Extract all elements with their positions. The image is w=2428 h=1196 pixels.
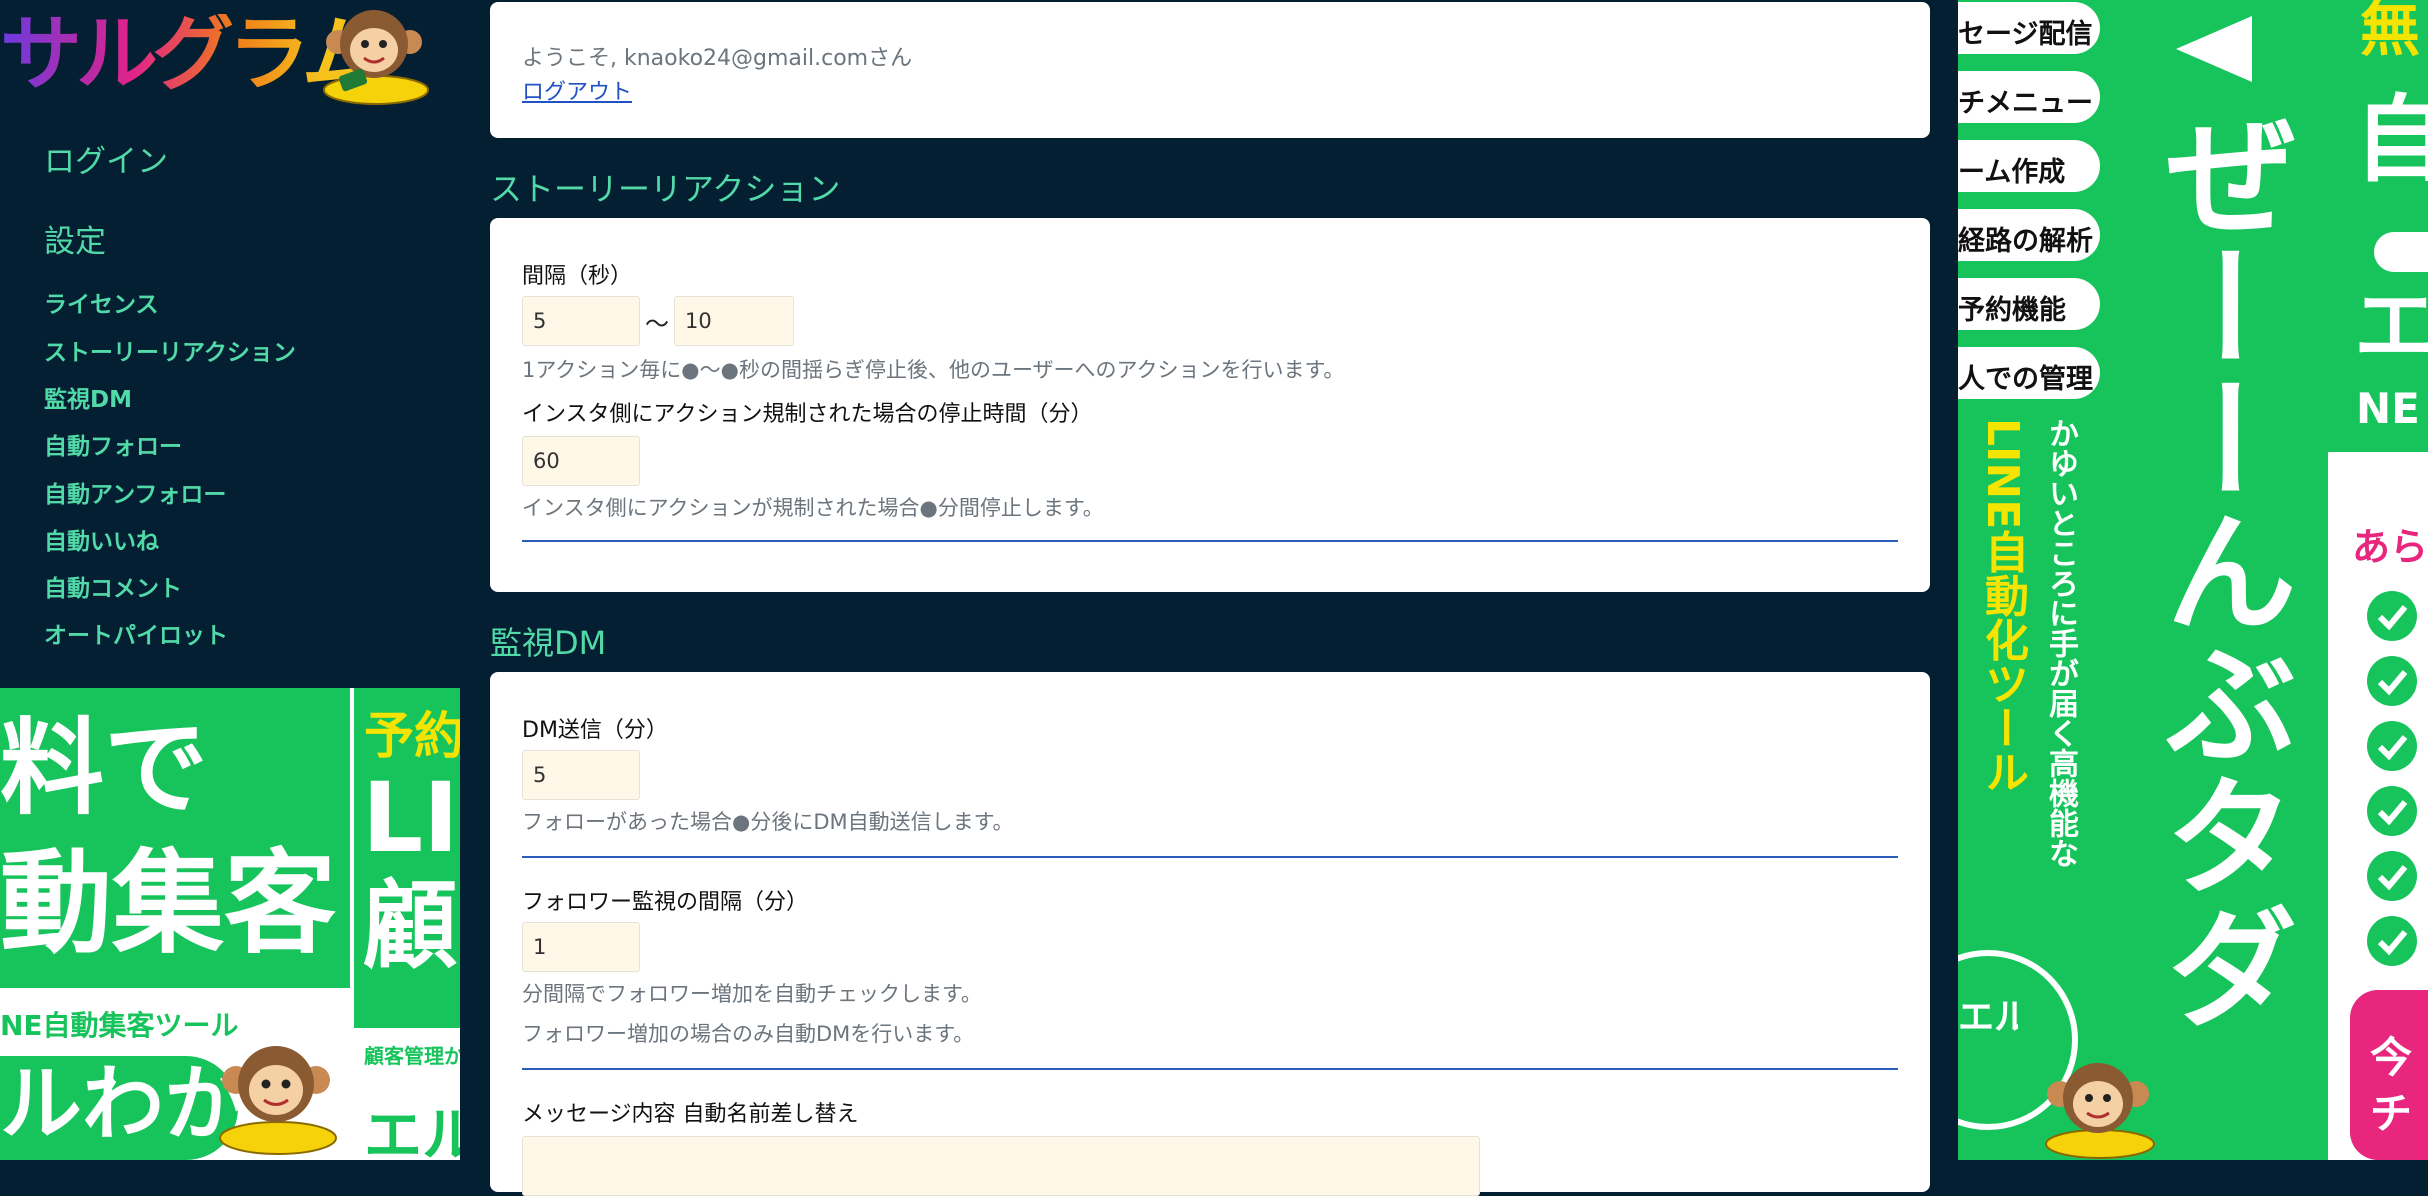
ad-left-panel-b-small: 顧客管理か [364, 1044, 460, 1068]
message-content-label: メッセージ内容 自動名前差し替え [522, 1102, 859, 1127]
section-divider [522, 856, 1898, 858]
message-content-textarea[interactable] [522, 1136, 1480, 1196]
ad-vertical-yellow: LINE自動化ツール [1977, 418, 2028, 794]
logout-link[interactable]: ログアウト [522, 74, 632, 106]
ad-right-big1: 自 [2354, 86, 2428, 195]
ad-right-big2: エ [2354, 279, 2428, 374]
logo[interactable]: サルグラム [0, 0, 430, 120]
interval-help: 1アクション毎に●〜●秒の間揺らぎ停止後、他のユーザーへのアクションを行います。 [522, 358, 1345, 382]
section-divider [522, 540, 1898, 542]
ad-pill-label: 人での管理 [1958, 364, 2093, 395]
ad-left-tagline: NE自動集客ツール [0, 1009, 239, 1042]
monkey-mascot-icon [323, 10, 429, 105]
stop-time-input[interactable] [522, 436, 640, 486]
monkey-mascot-icon [2045, 1063, 2155, 1159]
ad-right-red: あら [2352, 525, 2428, 569]
ad-banner-left[interactable]: 料で 動集客 NE自動集客ツール ルわか 予約 LI 顧 顧客管理か エル [0, 688, 460, 1160]
section-divider [522, 1068, 1898, 1070]
monitor-dm-card: DM送信（分） フォローがあった場合●分後にDM自動送信します。 フォロワー監視… [490, 672, 1930, 1196]
ad-right-cta-text-2: チ [2370, 1089, 2413, 1138]
ad-left-panel-b-big2: 顧 [362, 870, 458, 982]
follower-monitor-help-1: 分間隔でフォロワー増加を自動チェックします。 [522, 982, 982, 1006]
play-triangle-icon [2176, 16, 2252, 82]
check-icon [2367, 916, 2417, 966]
ad-left-headline-2: 動集客 [0, 839, 336, 969]
stop-time-label: インスタ側にアクション規制された場合の停止時間（分） [522, 402, 1093, 427]
welcome-card: ようこそ, knaoko24@gmail.comさん ログアウト [490, 2, 1930, 138]
sidebar-item-autopilot[interactable]: オートパイロット [44, 616, 228, 650]
sidebar-item-auto-follow[interactable]: 自動フォロー [44, 427, 182, 461]
ad-banner-right[interactable]: セージ配信 チメニュー ーム作成 経路の解析 予約機能 人での管理 LINE自動… [1958, 0, 2428, 1160]
ad-pill-label: 経路の解析 [1958, 226, 2093, 257]
check-icon [2367, 851, 2417, 901]
main-content: ようこそ, knaoko24@gmail.comさん ログアウト ストーリーリア… [490, 0, 1930, 1196]
ad-pill-label: セージ配信 [1958, 19, 2093, 50]
interval-min-input[interactable] [522, 296, 640, 346]
sidebar-item-auto-like[interactable]: 自動いいね [44, 522, 159, 556]
ad-left-brand: ルわか [0, 1057, 247, 1152]
ad-vertical-white: かゆいところに手が届く高機能な [2043, 418, 2078, 868]
interval-tilde: 〜 [645, 310, 669, 338]
sidebar-login-link[interactable]: ログイン [44, 136, 168, 181]
ad-pill-label: 予約機能 [1958, 295, 2066, 326]
dm-send-input[interactable] [522, 750, 640, 800]
ad-pill-label: ーム作成 [1958, 157, 2066, 188]
monkey-mascot-icon [219, 1046, 337, 1155]
check-icon [2367, 721, 2417, 771]
check-icon [2367, 786, 2417, 836]
sidebar: サルグラム ログイン 設定 ライセンス ストーリーリアクション 監視DM 自動フ… [0, 0, 460, 1160]
ad-right-cta-text: 今 [2370, 1033, 2413, 1082]
story-reaction-card: 間隔（秒） 〜 1アクション毎に●〜●秒の間揺らぎ停止後、他のユーザーへのアクシ… [490, 218, 1930, 592]
stop-time-help: インスタ側にアクションが規制された場合●分間停止します。 [522, 496, 1104, 520]
sidebar-settings-heading: 設定 [44, 224, 106, 260]
ad-left-headline-1: 料で [0, 707, 209, 829]
interval-label: 間隔（秒） [522, 264, 633, 289]
dm-send-label: DM送信（分） [522, 718, 668, 743]
ad-left-panel-b-yellow: 予約 [364, 707, 460, 765]
ad-left-panel-b-big1: LI [362, 762, 459, 874]
follower-monitor-label: フォロワー監視の間隔（分） [522, 890, 809, 915]
sidebar-item-auto-comment[interactable]: 自動コメント [44, 569, 182, 603]
follower-monitor-help-2: フォロワー増加の場合のみ自動DMを行います。 [522, 1022, 975, 1046]
ad-vertical-main: ぜーーんぶタダ [2143, 108, 2297, 1032]
check-icon [2367, 591, 2417, 641]
interval-max-input[interactable] [674, 296, 794, 346]
sidebar-item-monitor-dm[interactable]: 監視DM [44, 380, 132, 414]
monitor-dm-title: 監視DM [490, 624, 607, 662]
story-reaction-title: ストーリーリアクション [490, 170, 841, 208]
follower-monitor-input[interactable] [522, 922, 640, 972]
ad-pill-label: チメニュー [1958, 88, 2093, 119]
ad-brand: エルわか [1958, 1000, 2018, 1036]
ad-right-yellow: 無 [2360, 0, 2420, 65]
welcome-text: ようこそ, knaoko24@gmail.comさん [522, 46, 913, 71]
sidebar-item-auto-unfollow[interactable]: 自動アンフォロー [44, 475, 226, 509]
ad-right-ne: NE [2356, 384, 2420, 433]
check-icon [2367, 656, 2417, 706]
sidebar-item-story-reaction[interactable]: ストーリーリアクション [44, 333, 296, 367]
ad-right-bar [2374, 232, 2428, 272]
dm-send-help: フォローがあった場合●分後にDM自動送信します。 [522, 810, 1014, 834]
ad-left-panel-b-brand: エル [364, 1101, 460, 1160]
sidebar-item-license[interactable]: ライセンス [44, 285, 159, 319]
